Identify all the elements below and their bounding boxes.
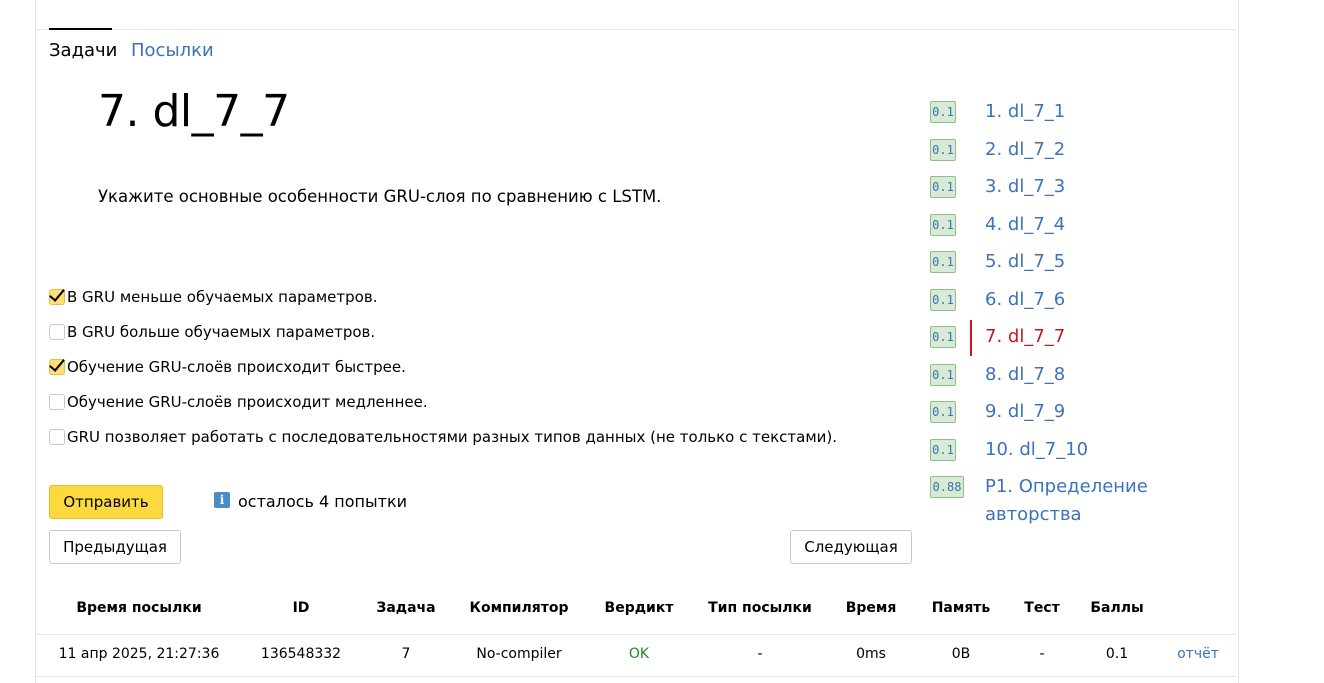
cell-runtime: 0ms (856, 646, 886, 662)
problem-nav-item-current[interactable]: 0.1 7. dl_7_7 (930, 320, 1065, 356)
answer-option[interactable]: В GRU больше обучаемых параметров. (49, 323, 375, 341)
col-header-task: Задача (376, 600, 436, 616)
report-link[interactable]: отчёт (1177, 646, 1219, 662)
col-header-type: Тип посылки (708, 600, 812, 616)
cell-task: 7 (401, 646, 411, 662)
problem-score-badge: 0.1 (930, 139, 956, 161)
cell-type: - (757, 646, 763, 662)
problem-link[interactable]: 2. dl_7_2 (985, 136, 1065, 164)
table-divider (36, 634, 1236, 635)
next-button[interactable]: Следующая (790, 530, 912, 564)
problem-score-badge: 0.1 (930, 326, 956, 348)
current-problem-marker (970, 320, 972, 356)
tabs-divider (36, 29, 1236, 30)
option-label: В GRU больше обучаемых параметров. (67, 323, 376, 341)
problem-score-badge: 0.1 (930, 439, 956, 461)
problem-score-badge: 0.88 (930, 476, 964, 498)
cell-test: - (1039, 646, 1045, 662)
option-checkbox[interactable] (49, 289, 65, 305)
col-header-score: Баллы (1090, 600, 1144, 616)
tab-submissions[interactable]: Посылки (131, 40, 214, 61)
problem-score-badge: 0.1 (930, 101, 956, 123)
answer-option[interactable]: Обучение GRU-слоёв происходит медленнее. (49, 393, 428, 411)
problem-link[interactable]: P1. Определение авторства (985, 473, 1148, 529)
problem-nav-item[interactable]: 0.1 6. dl_7_6 (930, 289, 1065, 311)
problem-link-line1: P1. Определение (985, 476, 1148, 497)
answer-option[interactable]: Обучение GRU-слоёв происходит быстрее. (49, 358, 406, 376)
problem-link[interactable]: 5. dl_7_5 (985, 248, 1065, 276)
col-header-memory: Память (931, 600, 991, 616)
problem-score-badge: 0.1 (930, 176, 956, 198)
col-header-compiler: Компилятор (469, 600, 569, 616)
option-checkbox[interactable] (49, 429, 65, 445)
cell-memory: 0B (951, 646, 971, 662)
problem-link[interactable]: 3. dl_7_3 (985, 173, 1065, 201)
problem-nav-item[interactable]: 0.88 P1. Определение авторства (930, 476, 1148, 525)
problem-link[interactable]: 4. dl_7_4 (985, 211, 1065, 239)
col-header-runtime: Время (845, 600, 897, 616)
problem-nav-item[interactable]: 0.1 3. dl_7_3 (930, 176, 1065, 198)
option-checkbox[interactable] (49, 394, 65, 410)
answer-option[interactable]: В GRU меньше обучаемых параметров. (49, 288, 377, 306)
problem-nav-item[interactable]: 0.1 8. dl_7_8 (930, 364, 1065, 386)
previous-button[interactable]: Предыдущая (49, 530, 181, 564)
table-bottom-divider (36, 676, 1236, 677)
problem-link[interactable]: 10. dl_7_10 (985, 436, 1088, 464)
info-icon: i (214, 492, 230, 508)
problem-nav-item[interactable]: 0.1 5. dl_7_5 (930, 251, 1065, 273)
problem-score-badge: 0.1 (930, 401, 956, 423)
col-header-verdict: Вердикт (604, 600, 674, 616)
option-checkbox[interactable] (49, 324, 65, 340)
option-checkbox[interactable] (49, 359, 65, 375)
col-header-test: Тест (1024, 600, 1060, 616)
cell-compiler: No-compiler (476, 646, 562, 662)
problem-link[interactable]: 8. dl_7_8 (985, 361, 1065, 389)
problem-link-current[interactable]: 7. dl_7_7 (985, 323, 1065, 351)
problem-nav-item[interactable]: 0.1 1. dl_7_1 (930, 101, 1065, 123)
problem-link[interactable]: 9. dl_7_9 (985, 398, 1065, 426)
problem-nav-item[interactable]: 0.1 10. dl_7_10 (930, 439, 1088, 461)
problem-link[interactable]: 1. dl_7_1 (985, 98, 1065, 126)
cell-id: 136548332 (260, 646, 342, 662)
problem-link[interactable]: 6. dl_7_6 (985, 286, 1065, 314)
problem-nav-item[interactable]: 0.1 9. dl_7_9 (930, 401, 1065, 423)
problem-score-badge: 0.1 (930, 364, 956, 386)
option-label: Обучение GRU-слоёв происходит медленнее. (67, 393, 428, 411)
attempts-remaining: осталось 4 попытки (238, 492, 408, 511)
col-header-id: ID (292, 600, 310, 616)
cell-verdict: OK (628, 646, 650, 662)
cell-score: 0.1 (1105, 646, 1129, 662)
problem-score-badge: 0.1 (930, 214, 956, 236)
option-label: В GRU меньше обучаемых параметров. (67, 288, 378, 306)
problem-statement: Укажите основные особенности GRU-слоя по… (98, 187, 662, 206)
submit-button[interactable]: Отправить (49, 485, 163, 519)
tab-tasks[interactable]: Задачи (49, 40, 117, 61)
answer-option[interactable]: GRU позволяет работать с последовательно… (49, 428, 837, 446)
option-label: GRU позволяет работать с последовательно… (67, 428, 838, 446)
problem-nav-item[interactable]: 0.1 4. dl_7_4 (930, 214, 1065, 236)
problem-nav-item[interactable]: 0.1 2. dl_7_2 (930, 139, 1065, 161)
col-header-time: Время посылки (76, 600, 202, 616)
problem-title: 7. dl_7_7 (98, 86, 290, 137)
active-tab-indicator (49, 28, 112, 30)
problem-score-badge: 0.1 (930, 289, 956, 311)
option-label: Обучение GRU-слоёв происходит быстрее. (67, 358, 406, 376)
cell-time: 11 апр 2025, 21:27:36 (58, 646, 220, 662)
problem-score-badge: 0.1 (930, 251, 956, 273)
problem-link-line2: авторства (985, 504, 1082, 525)
